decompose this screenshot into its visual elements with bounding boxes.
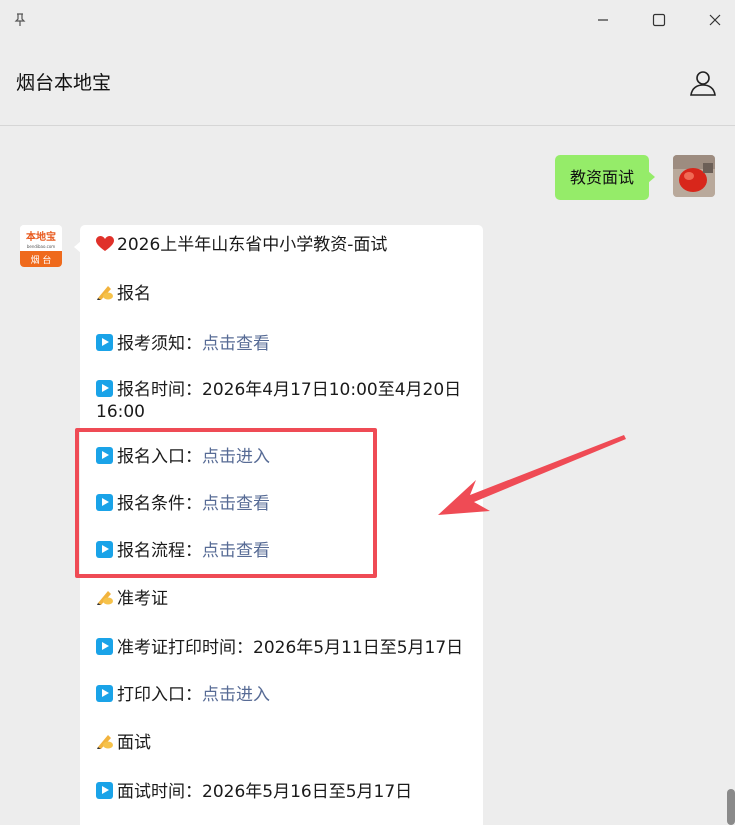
admission-time-line: 准考证打印时间：2026年5月11日至5月17日 xyxy=(96,636,467,660)
print-entry-label: 打印入口： xyxy=(117,685,202,706)
signup-section-title: 报名 xyxy=(117,284,151,305)
signup-entry-label: 报名入口： xyxy=(117,446,202,467)
admission-section-line: 准考证 xyxy=(96,587,467,613)
minimize-icon[interactable] xyxy=(589,6,617,34)
signup-notice-line: 报考须知：点击查看 xyxy=(96,332,467,356)
window-titlebar xyxy=(0,0,735,40)
admission-section-title: 准考证 xyxy=(117,588,168,609)
maximize-icon[interactable] xyxy=(645,6,673,34)
signup-entry-link[interactable]: 点击进入 xyxy=(202,447,270,467)
pin-icon[interactable] xyxy=(6,6,34,34)
signup-notice-link[interactable]: 点击查看 xyxy=(202,334,270,354)
play-icon xyxy=(96,541,113,559)
outgoing-message: 教资面试 xyxy=(555,155,656,200)
play-icon xyxy=(96,781,113,799)
heart-icon xyxy=(96,235,114,259)
close-icon[interactable] xyxy=(701,6,729,34)
chat-header: 烟台本地宝 xyxy=(0,40,735,126)
signup-flow-line: 报名流程：点击查看 xyxy=(96,539,467,563)
play-icon xyxy=(96,638,113,656)
signup-notice-label: 报考须知： xyxy=(117,333,202,354)
play-icon xyxy=(96,333,113,351)
print-entry-line: 打印入口：点击进入 xyxy=(96,683,467,707)
signup-section-line: 报名 xyxy=(96,282,467,308)
signup-condition-link[interactable]: 点击查看 xyxy=(202,494,270,514)
interview-section-line: 面试 xyxy=(96,731,467,757)
admission-time-label: 准考证打印时间：2026年5月11日至5月17日 xyxy=(117,638,464,659)
incoming-message: 2026上半年山东省中小学教资-面试 报名 报考须知：点击查看 报名时间：202… xyxy=(74,225,483,825)
signup-entry-line: 报名入口：点击进入 xyxy=(96,445,467,469)
message-title: 2026上半年山东省中小学教资-面试 xyxy=(117,235,388,255)
writing-hand-icon xyxy=(96,732,114,757)
signup-condition-line: 报名条件：点击查看 xyxy=(96,492,467,516)
user-profile-icon[interactable] xyxy=(688,68,718,98)
my-avatar[interactable] xyxy=(673,155,715,197)
chat-title: 烟台本地宝 xyxy=(16,72,112,94)
play-icon xyxy=(96,446,113,464)
play-icon xyxy=(96,494,113,512)
signup-flow-label: 报名流程： xyxy=(117,541,202,562)
signup-time-line: 报名时间：2026年4月17日10:00至4月20日 16:00 xyxy=(96,379,467,423)
signup-condition-label: 报名条件： xyxy=(117,494,202,515)
chat-scrollbar[interactable] xyxy=(727,789,735,825)
bot-avatar[interactable]: 本地宝 bendibao.com 烟 台 xyxy=(20,225,62,267)
writing-hand-icon xyxy=(96,588,114,613)
signup-flow-link[interactable]: 点击查看 xyxy=(202,541,270,561)
bot-avatar-top-text: 本地宝 xyxy=(26,230,56,243)
print-entry-link[interactable]: 点击进入 xyxy=(202,685,270,705)
signup-time-label: 报名时间：2026年4月17日10:00至4月20日 xyxy=(117,379,462,400)
interview-time-line: 面试时间：2026年5月16日至5月17日 xyxy=(96,780,467,804)
writing-hand-icon xyxy=(96,283,114,308)
chat-area: 教资面试 本地宝 bendibao.com 烟 台 2026上半年山东省中小学教… xyxy=(0,127,735,825)
play-icon xyxy=(96,685,113,703)
interview-section-title: 面试 xyxy=(117,732,151,753)
message-title-line: 2026上半年山东省中小学教资-面试 xyxy=(96,233,467,259)
play-icon xyxy=(96,379,113,397)
signup-time-tail: 16:00 xyxy=(96,401,145,422)
interview-time-label: 面试时间：2026年5月16日至5月17日 xyxy=(117,781,413,802)
bot-avatar-sub-text: bendibao.com xyxy=(27,244,55,249)
bot-avatar-bottom-text: 烟 台 xyxy=(31,254,52,266)
